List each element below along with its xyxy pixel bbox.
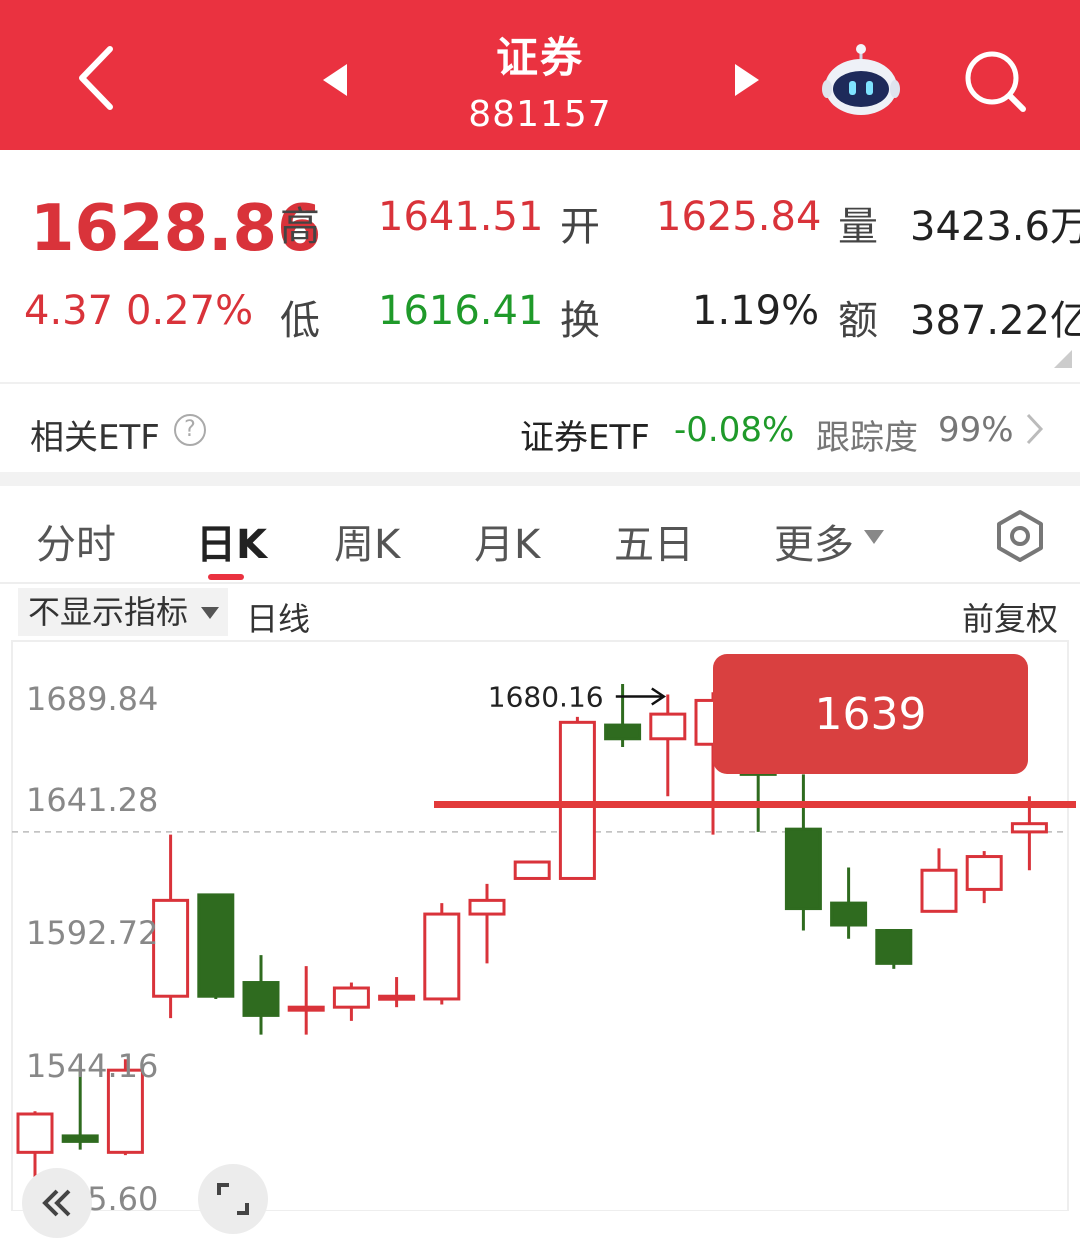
candle-body <box>965 855 1003 891</box>
volume-value: 3423.6万 <box>910 204 1080 250</box>
candle-body <box>423 912 461 1001</box>
candle-body <box>784 827 822 911</box>
low-value: 1616.41 <box>378 288 544 334</box>
candle-body <box>332 986 370 1009</box>
candle-body <box>604 723 642 741</box>
candle-body <box>468 898 506 916</box>
price-line-tooltip: 1639 <box>713 654 1028 774</box>
indicator-bar: 不显示指标 日线 前复权 <box>0 584 1080 640</box>
price-line-value: 1639 <box>814 688 927 740</box>
indicator-toggle-label: 不显示指标 <box>28 593 189 631</box>
expand-corner-icon[interactable] <box>1054 350 1072 368</box>
low-label: 低 <box>280 298 320 344</box>
chevron-right-icon <box>1026 413 1044 445</box>
candle-body <box>61 1134 99 1143</box>
y-axis-tick-label: 1544.16 <box>26 1047 158 1085</box>
price-change-pct: 0.27% <box>126 288 254 334</box>
tab-weekly-k[interactable]: 周K <box>334 512 400 570</box>
candle-body <box>197 893 235 998</box>
current-price: 1628.86 <box>30 192 322 266</box>
y-axis-tick-label: 1641.28 <box>26 781 158 819</box>
etf-name: 证券ETF <box>520 418 650 458</box>
hexagon-settings-icon <box>997 510 1043 562</box>
amount-label: 额 <box>838 298 878 344</box>
tab-more[interactable]: 更多 <box>774 512 854 570</box>
candle-body <box>152 898 190 998</box>
y-axis-tick-label: 1689.84 <box>26 680 158 718</box>
candle-body <box>920 868 958 913</box>
caret-down-icon <box>201 607 219 619</box>
related-etf-label: 相关ETF <box>30 418 160 458</box>
indicator-toggle[interactable]: 不显示指标 <box>18 588 228 636</box>
high-value: 1641.51 <box>378 194 544 240</box>
period-tabs: 分时 日K 周K 月K 五日 更多 <box>0 486 1080 582</box>
tab-monthly-k[interactable]: 月K <box>474 512 540 570</box>
candle-body <box>513 860 551 880</box>
section-gap <box>0 472 1080 486</box>
turnover-label: 换 <box>560 298 600 344</box>
volume-label: 量 <box>838 204 878 250</box>
candle-body <box>875 928 913 965</box>
y-axis-tick-label: 1592.72 <box>26 914 158 952</box>
candle-body <box>242 981 280 1017</box>
chart-settings-button[interactable] <box>992 508 1048 564</box>
page-title: 证券 <box>495 33 584 82</box>
fullscreen-icon <box>217 1183 249 1215</box>
robot-assistant-button[interactable] <box>820 38 902 120</box>
robot-icon <box>822 44 900 115</box>
app-header: 证券 881157 <box>0 0 1080 150</box>
active-tab-indicator <box>208 574 244 580</box>
etf-change: -0.08% <box>674 410 795 450</box>
candle-body <box>558 720 596 880</box>
candle-body <box>287 1005 325 1012</box>
stock-code: 881157 <box>468 94 612 135</box>
candle-body <box>1010 822 1048 834</box>
search-icon <box>965 51 1026 112</box>
related-etf-row[interactable]: 相关ETF ? 证券ETF -0.08% 跟踪度 99% <box>0 384 1080 472</box>
candle-body <box>830 901 868 927</box>
turnover-value: 1.19% <box>692 288 820 334</box>
price-change: 4.37 <box>24 288 114 334</box>
expand-history-button[interactable] <box>22 1168 92 1238</box>
tab-daily-k[interactable]: 日K <box>196 512 267 570</box>
line-type-label: 日线 <box>246 600 311 638</box>
track-label: 跟踪度 <box>816 418 918 458</box>
adjust-type-button[interactable]: 前复权 <box>962 594 1058 640</box>
caret-down-icon <box>864 530 884 544</box>
candle-body <box>16 1112 54 1154</box>
high-label: 高 <box>280 204 320 250</box>
tab-five-day[interactable]: 五日 <box>614 512 694 570</box>
tab-intraday[interactable]: 分时 <box>36 512 116 570</box>
open-label: 开 <box>560 204 600 250</box>
candle-body <box>649 712 687 741</box>
next-stock-button[interactable] <box>722 58 772 102</box>
quote-panel: 1628.86 4.37 0.27% 高 1641.51 低 1616.41 开… <box>0 150 1080 382</box>
max-price-annotation: 1680.16 <box>488 681 604 714</box>
open-value: 1625.84 <box>656 194 822 240</box>
triangle-right-icon <box>735 64 759 96</box>
double-chevron-left-icon <box>42 1189 71 1217</box>
fullscreen-button[interactable] <box>198 1164 268 1234</box>
amount-value: 387.22亿 <box>910 298 1080 344</box>
candle-body <box>378 994 416 1001</box>
help-icon[interactable]: ? <box>174 414 206 446</box>
track-value: 99% <box>938 410 1014 450</box>
search-button[interactable] <box>958 44 1034 120</box>
